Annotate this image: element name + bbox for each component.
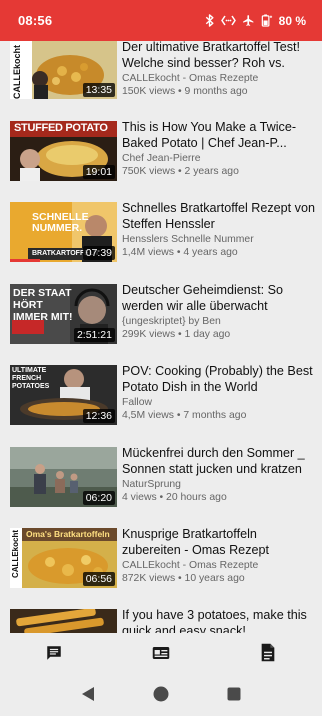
video-stats: 1,4M views • 4 years ago bbox=[122, 247, 238, 259]
video-title[interactable]: Knusprige Bratkartoffeln zubereiten - Om… bbox=[122, 527, 318, 558]
video-duration: 06:56 bbox=[82, 572, 115, 586]
video-duration: 19:01 bbox=[82, 165, 115, 179]
video-channel[interactable]: CALLEkocht - Omas Rezepte bbox=[122, 559, 318, 572]
video-thumbnail[interactable]: SCHNELLE NUMMER. BRATKARTOFFELN 07:39 bbox=[10, 202, 117, 262]
battery-saver-icon bbox=[261, 14, 273, 27]
video-duration: 2:51:21 bbox=[73, 328, 115, 342]
video-thumbnail[interactable]: 06:20 bbox=[10, 447, 117, 507]
video-meta[interactable]: Knusprige Bratkartoffeln zubereiten - Om… bbox=[122, 527, 318, 586]
video-title[interactable]: POV: Cooking (Probably) the Best Potato … bbox=[122, 364, 318, 395]
video-duration: 12:36 bbox=[82, 409, 115, 423]
video-channel[interactable]: Chef Jean-Pierre bbox=[122, 152, 318, 165]
video-channel[interactable]: {ungeskriptet} by Ben bbox=[122, 315, 318, 328]
video-thumbnail[interactable]: ULTIMATE FRENCH POTATOES 12:36 bbox=[10, 365, 117, 425]
video-meta[interactable]: Mückenfrei durch den Sommer _ Sonnen sta… bbox=[122, 446, 318, 505]
thumbnail-text: STUFFED POTATO bbox=[14, 122, 108, 134]
video-duration: 07:39 bbox=[82, 246, 115, 260]
video-thumbnail[interactable]: Oma's Bratkartoffeln CALLEkocht 06:56 bbox=[10, 528, 117, 588]
video-title[interactable]: Mückenfrei durch den Sommer _ Sonnen sta… bbox=[122, 446, 318, 477]
nfc-icon bbox=[220, 15, 236, 26]
video-thumbnail[interactable]: STUFFED POTATO 19:01 bbox=[10, 121, 117, 181]
thumbnail-subtext: CALLEkocht bbox=[11, 530, 20, 578]
watch-progress-bar bbox=[10, 259, 40, 262]
video-item[interactable]: STUFFED POTATO 19:01 This is How You Mak… bbox=[0, 120, 322, 195]
description-icon bbox=[260, 643, 276, 667]
video-title[interactable]: Deutscher Geheimdienst: So werden wir al… bbox=[122, 283, 318, 314]
video-thumbnail[interactable]: CALLEkocht 13:35 bbox=[10, 41, 117, 99]
video-meta[interactable]: Schnelles Bratkartoffel Rezept von Steff… bbox=[122, 201, 318, 260]
thumbnail-text: CALLEkocht bbox=[12, 45, 22, 99]
tab-comments[interactable] bbox=[24, 635, 84, 675]
thumbnail-text: SCHNELLE NUMMER. bbox=[32, 211, 89, 234]
status-icons: 80 % bbox=[205, 14, 306, 28]
recents-icon[interactable] bbox=[227, 687, 241, 706]
video-stats: 4,5M views • 7 months ago bbox=[122, 410, 247, 422]
comments-icon bbox=[45, 644, 63, 667]
video-stats: 299K views • 1 day ago bbox=[122, 329, 231, 341]
video-thumbnail[interactable]: DER STAAT HÖRT IMMER MIT! 2:51:21 bbox=[10, 284, 117, 344]
video-meta[interactable]: Deutscher Geheimdienst: So werden wir al… bbox=[122, 283, 318, 342]
video-stats: 4 views • 20 hours ago bbox=[122, 492, 227, 504]
video-item[interactable]: ULTIMATE FRENCH POTATOES 12:36 POV: Cook… bbox=[0, 364, 322, 439]
video-meta[interactable]: POV: Cooking (Probably) the Best Potato … bbox=[122, 364, 318, 423]
airplane-mode-icon bbox=[242, 14, 255, 27]
video-duration: 06:20 bbox=[82, 491, 115, 505]
video-stats: 750K views • 2 years ago bbox=[122, 166, 239, 178]
video-item[interactable]: CALLEkocht 13:35 Der ultimative Bratkart… bbox=[0, 41, 322, 115]
thumbnail-text: DER STAAT HÖRT IMMER MIT! bbox=[13, 287, 73, 323]
thumbnail-text: Oma's Bratkartoffeln bbox=[26, 529, 110, 539]
video-stats: 872K views • 10 years ago bbox=[122, 573, 245, 585]
video-channel[interactable]: NaturSprung bbox=[122, 478, 318, 491]
battery-percentage: 80 % bbox=[278, 13, 306, 28]
video-stats: 150K views • 9 months ago bbox=[122, 86, 248, 98]
video-channel[interactable]: Hensslers Schnelle Nummer bbox=[122, 233, 318, 246]
video-item[interactable]: Oma's Bratkartoffeln CALLEkocht 06:56 Kn… bbox=[0, 527, 322, 602]
status-bar: 08:56 80 % bbox=[0, 0, 322, 41]
tab-video-details[interactable] bbox=[131, 635, 191, 675]
bottom-navigation bbox=[0, 633, 322, 677]
video-thumbnail[interactable] bbox=[10, 609, 117, 633]
video-title[interactable]: Schnelles Bratkartoffel Rezept von Steff… bbox=[122, 201, 318, 232]
video-meta[interactable]: If you have 3 potatoes, make this quick … bbox=[122, 608, 318, 633]
back-icon[interactable] bbox=[81, 686, 95, 707]
tab-description[interactable] bbox=[238, 635, 298, 675]
video-item[interactable]: If you have 3 potatoes, make this quick … bbox=[0, 608, 322, 633]
video-duration: 13:35 bbox=[82, 83, 115, 97]
video-feed[interactable]: CALLEkocht 13:35 Der ultimative Bratkart… bbox=[0, 41, 322, 633]
system-navigation-bar bbox=[0, 677, 322, 716]
video-item[interactable]: 06:20 Mückenfrei durch den Sommer _ Sonn… bbox=[0, 446, 322, 521]
video-item[interactable]: SCHNELLE NUMMER. BRATKARTOFFELN 07:39 Sc… bbox=[0, 201, 322, 276]
video-meta[interactable]: This is How You Make a Twice-Baked Potat… bbox=[122, 120, 318, 179]
video-details-icon bbox=[152, 646, 170, 665]
video-item[interactable]: DER STAAT HÖRT IMMER MIT! 2:51:21 Deutsc… bbox=[0, 283, 322, 358]
bluetooth-icon bbox=[205, 14, 215, 27]
video-title[interactable]: If you have 3 potatoes, make this quick … bbox=[122, 608, 318, 633]
video-title[interactable]: Der ultimative Bratkartoffel Test! Welch… bbox=[122, 41, 318, 71]
video-channel[interactable]: Fallow bbox=[122, 396, 318, 409]
thumbnail-text: ULTIMATE FRENCH POTATOES bbox=[12, 367, 50, 390]
video-meta[interactable]: Der ultimative Bratkartoffel Test! Welch… bbox=[122, 41, 318, 99]
status-time: 08:56 bbox=[18, 13, 53, 28]
thumbnail-image bbox=[10, 609, 117, 633]
home-icon[interactable] bbox=[153, 686, 169, 707]
video-title[interactable]: This is How You Make a Twice-Baked Potat… bbox=[122, 120, 318, 151]
video-channel[interactable]: CALLEkocht - Omas Rezepte bbox=[122, 72, 318, 85]
